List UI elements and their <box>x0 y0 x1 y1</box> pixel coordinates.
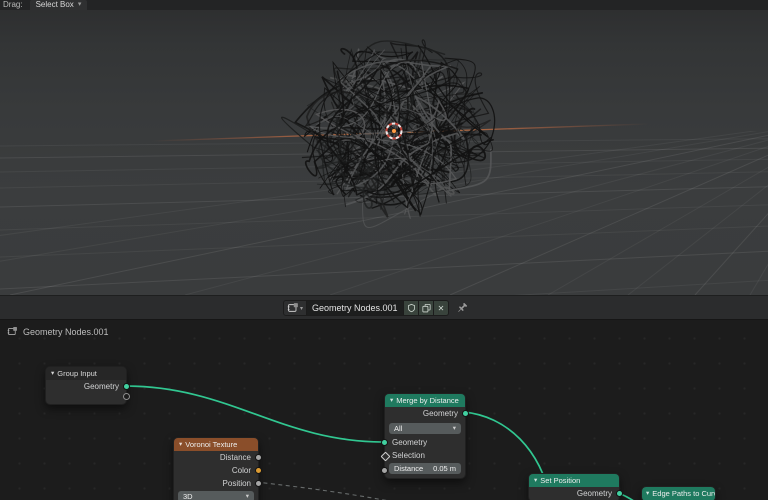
socket-selection-input[interactable] <box>380 451 391 462</box>
link-voronoi-field-dashed <box>255 481 387 500</box>
tool-hint-bar: Drag: Select Box ▾ <box>0 0 768 10</box>
select-tool-dropdown[interactable]: Select Box ▾ <box>29 0 88 10</box>
chevron-down-icon: ▾ <box>452 425 456 432</box>
collapse-icon[interactable]: ▾ <box>179 438 182 451</box>
new-copy-button[interactable] <box>419 300 435 316</box>
output-label: Geometry <box>576 489 612 498</box>
node-editor-header: ▾ ✕ <box>0 295 768 320</box>
link-groupinput-merge <box>124 385 385 443</box>
output-label: Geometry <box>422 409 458 418</box>
input-label: Selection <box>392 451 425 460</box>
node-voronoi-texture[interactable]: ▾ Voronoi Texture Distance Color Positio… <box>173 437 262 500</box>
node-header[interactable]: ▾ Voronoi Texture <box>174 438 258 451</box>
mode-dropdown[interactable]: All ▾ <box>389 423 461 434</box>
blender-window: Drag: Select Box ▾ ▾ Geometry Nodes.001 … <box>0 0 768 500</box>
output-label: Distance <box>219 453 251 462</box>
object-origin-dot <box>391 128 397 134</box>
virtual-socket[interactable] <box>123 393 130 400</box>
collapse-icon[interactable]: ▾ <box>534 474 537 487</box>
node-title: Merge by Distance <box>396 396 459 405</box>
node-title: Edge Paths to Curves <box>652 489 715 498</box>
node-header[interactable]: ▾ Group Input <box>46 367 126 380</box>
shield-icon <box>407 303 415 313</box>
node-edge-paths-to-curves[interactable]: ▾ Edge Paths to Curves <box>641 486 716 500</box>
pin-icon <box>458 303 468 312</box>
input-label: Geometry <box>392 438 428 447</box>
node-title: Group Input <box>57 369 97 378</box>
breadcrumb: Geometry Nodes.001 <box>7 326 109 337</box>
unlink-button[interactable]: ✕ <box>434 300 450 316</box>
node-header[interactable]: ▾ Merge by Distance <box>385 394 465 407</box>
socket-distance-input[interactable] <box>381 466 388 474</box>
node-tree-icon <box>287 303 298 312</box>
node-title: Voronoi Texture <box>185 440 238 449</box>
socket-distance-output[interactable] <box>255 454 262 461</box>
output-label: Geometry <box>83 382 119 391</box>
collapse-icon[interactable]: ▾ <box>646 487 649 500</box>
close-icon: ✕ <box>437 303 445 313</box>
socket-geometry-output[interactable] <box>462 410 469 417</box>
socket-color-output[interactable] <box>255 467 262 474</box>
viewport-3d[interactable]: Drag: Select Box ▾ <box>0 0 768 295</box>
dropdown-value: 3D <box>183 492 193 500</box>
output-label: Position <box>222 479 251 488</box>
dropdown-value: All <box>394 424 403 433</box>
node-set-position[interactable]: ▾ Set Position Geometry <box>528 473 623 500</box>
fake-user-button[interactable] <box>404 300 420 316</box>
socket-position-output[interactable] <box>255 480 262 487</box>
socket-geometry-output[interactable] <box>123 383 130 390</box>
node-tree-icon <box>7 327 17 336</box>
node-header[interactable]: ▾ Set Position <box>529 474 619 487</box>
collapse-icon[interactable]: ▾ <box>51 367 54 380</box>
slider-value: 0.05 m <box>433 464 456 473</box>
select-tool-label: Select Box <box>35 0 74 9</box>
dimensions-dropdown[interactable]: 3D ▾ <box>178 491 254 500</box>
chevron-down-icon: ▾ <box>300 305 304 312</box>
collapse-icon[interactable]: ▾ <box>390 394 393 407</box>
viewport-canvas <box>0 39 768 295</box>
drag-label: Drag: <box>3 0 23 9</box>
breadcrumb-label: Geometry Nodes.001 <box>23 326 109 337</box>
node-group-input[interactable]: ▾ Group Input Geometry <box>45 366 130 405</box>
node-tree-id-block: ▾ ✕ <box>283 300 468 316</box>
node-merge-by-distance[interactable]: ▾ Merge by Distance Geometry All ▾ Geome… <box>380 393 469 479</box>
chevron-down-icon: ▾ <box>245 493 249 500</box>
distance-value-slider[interactable]: Distance 0.05 m <box>389 463 461 474</box>
tree-name-input[interactable] <box>307 300 405 316</box>
node-header[interactable]: ▾ Edge Paths to Curves <box>642 487 715 500</box>
socket-geometry-output[interactable] <box>616 490 623 497</box>
chevron-down-icon: ▾ <box>77 1 82 8</box>
node-title: Set Position <box>540 476 581 485</box>
node-editor-canvas[interactable]: Geometry Nodes.001 ▾ Group Input Geometr… <box>0 320 768 500</box>
output-label: Color <box>231 466 251 475</box>
pin-button[interactable] <box>456 300 468 316</box>
duplicate-icon <box>421 303 431 313</box>
editor-type-dropdown[interactable]: ▾ <box>283 300 308 316</box>
socket-geometry-input[interactable] <box>381 439 388 446</box>
slider-label: Distance <box>394 464 424 473</box>
